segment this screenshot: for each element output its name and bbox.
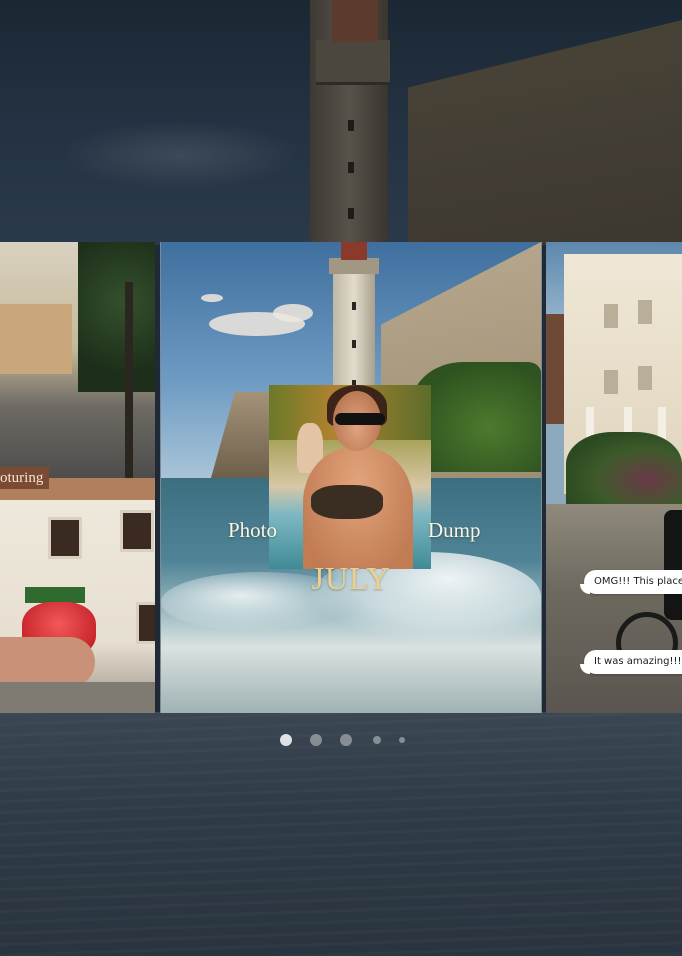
portrait-photo	[269, 385, 431, 569]
pagination-dot-5[interactable]	[399, 737, 405, 743]
sky-cloud	[201, 294, 223, 302]
background-lighthouse-window	[348, 208, 354, 219]
title-word-left: Photo	[228, 518, 278, 542]
chat-bubble: It was amazing!!!!	[580, 650, 682, 674]
pagination-dot-1[interactable]	[280, 734, 292, 746]
lighthouse-lantern	[341, 242, 367, 260]
story-carousel[interactable]: oturing Photo Dump JULY OMG!!! This plac…	[0, 242, 682, 713]
street-building	[0, 304, 72, 374]
portrait-swimsuit	[311, 485, 383, 519]
villa-window	[638, 300, 652, 324]
flowering-shrub	[566, 432, 682, 512]
background-lighthouse-gallery	[316, 40, 390, 85]
carousel-slide-current[interactable]: Photo Dump JULY	[160, 242, 542, 713]
title-word-right: Dump	[428, 518, 481, 542]
hand-holding-phone	[0, 637, 95, 687]
house-window	[48, 517, 82, 559]
villa-window	[604, 370, 618, 394]
lighthouse-gallery	[329, 258, 379, 274]
background-lighthouse-lantern	[332, 0, 378, 42]
lighthouse-window	[352, 302, 356, 310]
villa-window	[638, 366, 652, 390]
background-sea	[0, 712, 682, 956]
carousel-slide-previous[interactable]: oturing	[0, 242, 155, 713]
slide-caption-label: oturing	[0, 467, 50, 489]
pagination-dot-2[interactable]	[310, 734, 322, 746]
villa-window	[604, 304, 618, 328]
background-lighthouse-window	[348, 120, 354, 131]
traffic-light-pole	[125, 282, 133, 478]
pagination-dot-4[interactable]	[373, 736, 381, 744]
side-building	[546, 314, 566, 424]
cyclist	[664, 510, 682, 620]
carousel-pagination	[0, 733, 682, 747]
shop-sign	[25, 587, 85, 603]
house-window	[120, 510, 154, 552]
sunglasses	[335, 413, 385, 425]
carousel-slide-next[interactable]: OMG!!! This place.. It was amazing!!!!	[546, 242, 682, 713]
chat-bubble: OMG!!! This place..	[579, 570, 682, 594]
street-tree	[78, 242, 155, 392]
pagination-dot-3[interactable]	[340, 734, 352, 746]
lighthouse-window	[352, 340, 356, 348]
villa-ground	[546, 504, 682, 713]
title-month: JULY	[311, 560, 391, 596]
background-lighthouse-window	[348, 162, 354, 173]
street-ground	[0, 682, 155, 713]
house-window	[136, 602, 155, 644]
background-cloud	[60, 120, 300, 190]
sky-cloud	[273, 304, 313, 322]
